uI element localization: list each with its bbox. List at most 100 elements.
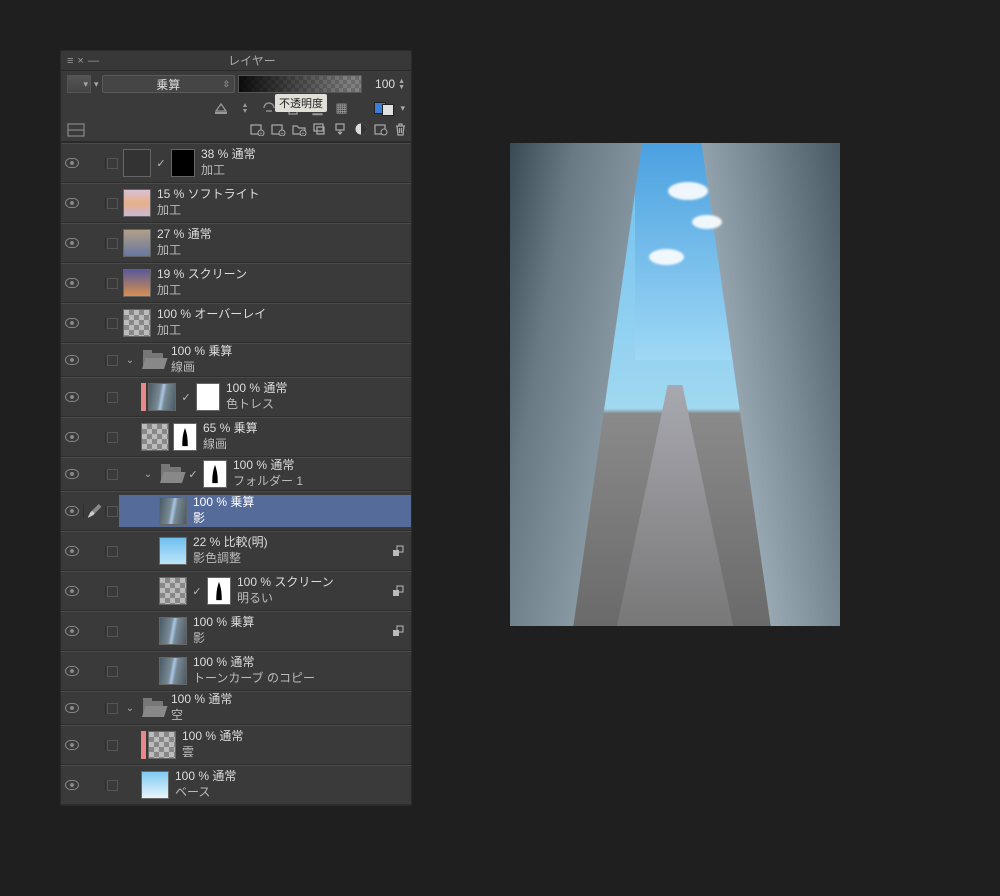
layer-thumb[interactable]	[159, 497, 187, 525]
lock-toggle[interactable]	[105, 158, 119, 169]
layer-row[interactable]: ✓38 % 通常加工	[61, 143, 411, 183]
visibility-toggle[interactable]	[61, 506, 83, 516]
layer-row-body[interactable]: ⌄100 % 乗算線画	[119, 344, 411, 375]
lock-toggle[interactable]	[105, 392, 119, 403]
layer-name[interactable]: 加工	[157, 243, 411, 259]
disclosure-toggle[interactable]: ⌄	[121, 355, 139, 366]
visibility-toggle[interactable]	[61, 392, 83, 402]
layer-row-body[interactable]: 27 % 通常加工	[119, 227, 411, 259]
layer-thumb[interactable]	[123, 309, 151, 337]
layer-row-body[interactable]: 22 % 比較(明)影色調整	[119, 535, 411, 567]
opacity-spinner[interactable]: ▲▼	[398, 79, 405, 90]
merge-icon[interactable]	[333, 122, 349, 139]
mask-thumb[interactable]	[173, 423, 197, 451]
mask-thumb[interactable]	[207, 577, 231, 605]
visibility-toggle[interactable]	[61, 238, 83, 248]
layer-thumb[interactable]	[148, 731, 176, 759]
disclosure-toggle[interactable]: ⌄	[139, 469, 157, 480]
layer-name[interactable]: 雲	[182, 745, 411, 761]
lock-toggle[interactable]	[105, 740, 119, 751]
layer-row[interactable]: 27 % 通常加工	[61, 223, 411, 263]
lock-toggle[interactable]	[105, 198, 119, 209]
panel-menu-icon[interactable]: ≡	[67, 55, 73, 67]
color-swap[interactable]	[374, 100, 394, 116]
lock-toggle[interactable]	[105, 432, 119, 443]
visibility-toggle[interactable]	[61, 740, 83, 750]
disclosure-toggle[interactable]: ⌄	[121, 703, 139, 714]
opacity-slider[interactable]	[238, 75, 362, 93]
lock-toggle[interactable]	[105, 238, 119, 249]
layer-row[interactable]: ✓100 % スクリーン明るい	[61, 571, 411, 611]
lock-toggle[interactable]	[105, 626, 119, 637]
new-layer-icon[interactable]: +	[249, 122, 265, 139]
layer-row-body[interactable]: 19 % スクリーン加工	[119, 267, 411, 299]
layer-row-body[interactable]: 15 % ソフトライト加工	[119, 187, 411, 219]
layer-folder-row[interactable]: ⌄100 % 通常空	[61, 691, 411, 725]
mask-thumb[interactable]	[203, 460, 227, 488]
layer-name[interactable]: 色トレス	[226, 397, 411, 413]
clip-icon[interactable]	[212, 99, 230, 117]
layer-name[interactable]: 影	[193, 631, 391, 647]
layer-row[interactable]: 100 % 通常ベース	[61, 765, 411, 805]
trash-icon[interactable]	[394, 122, 407, 139]
transfer-down-icon[interactable]	[312, 122, 328, 139]
visibility-toggle[interactable]	[61, 666, 83, 676]
new-layer-plus-icon[interactable]: +	[270, 122, 286, 139]
layer-row[interactable]: 19 % スクリーン加工	[61, 263, 411, 303]
lock-toggle[interactable]	[105, 546, 119, 557]
layer-row-body[interactable]: 100 % 通常ベース	[119, 769, 411, 801]
mask-link-check[interactable]: ✓	[155, 157, 167, 169]
layer-name[interactable]: ベース	[175, 785, 411, 801]
lock-toggle[interactable]	[105, 586, 119, 597]
layer-row[interactable]: 15 % ソフトライト加工	[61, 183, 411, 223]
layer-thumb[interactable]	[159, 537, 187, 565]
layer-thumb[interactable]	[141, 771, 169, 799]
layer-row-body[interactable]: 65 % 乗算線画	[119, 421, 411, 453]
layer-row[interactable]: 100 % 通常トーンカーブ のコピー	[61, 651, 411, 691]
mask-thumb[interactable]	[196, 383, 220, 411]
layer-row-body[interactable]: 100 % 通常雲	[119, 729, 411, 761]
layer-folder-row[interactable]: ⌄✓100 % 通常フォルダー 1	[61, 457, 411, 491]
layer-name[interactable]: 影色調整	[193, 551, 391, 567]
layer-name[interactable]: 加工	[157, 203, 411, 219]
layer-thumb[interactable]	[159, 657, 187, 685]
visibility-toggle[interactable]	[61, 158, 83, 168]
lock-toggle[interactable]	[105, 703, 119, 714]
new-folder-icon[interactable]: +	[291, 122, 307, 139]
layer-row[interactable]: 100 % オーバーレイ加工	[61, 303, 411, 343]
layer-row-body[interactable]: ✓38 % 通常加工	[119, 147, 411, 179]
layer-row-body[interactable]: ⌄✓100 % 通常フォルダー 1	[119, 458, 411, 490]
bg-color[interactable]	[382, 104, 394, 116]
layer-row-body[interactable]: 100 % 乗算影	[119, 495, 411, 527]
layer-row[interactable]: 22 % 比較(明)影色調整	[61, 531, 411, 571]
layer-thumb[interactable]	[123, 149, 151, 177]
visibility-toggle[interactable]	[61, 432, 83, 442]
layer-row-body[interactable]: ✓100 % 通常色トレス	[119, 381, 411, 413]
mask-thumb[interactable]	[171, 149, 195, 177]
layer-row-body[interactable]: 100 % オーバーレイ加工	[119, 307, 411, 339]
layer-row-body[interactable]: ✓100 % スクリーン明るい	[119, 575, 411, 607]
layer-folder-row[interactable]: ⌄100 % 乗算線画	[61, 343, 411, 377]
palette-select[interactable]: ▾	[67, 75, 91, 93]
visibility-toggle[interactable]	[61, 355, 83, 365]
layer-row-body[interactable]: 100 % 通常トーンカーブ のコピー	[119, 655, 411, 687]
layer-color-tag[interactable]	[141, 731, 146, 759]
layer-row[interactable]: ✓100 % 通常色トレス	[61, 377, 411, 417]
visibility-toggle[interactable]	[61, 278, 83, 288]
lock-toggle[interactable]	[105, 469, 119, 480]
layer-name[interactable]: 線画	[203, 437, 411, 453]
layer-thumb[interactable]	[141, 423, 169, 451]
layer-row-body[interactable]: 100 % 乗算影	[119, 615, 411, 647]
layer-row[interactable]: 100 % 通常雲	[61, 725, 411, 765]
layer-thumb[interactable]	[159, 617, 187, 645]
lock-toggle[interactable]	[105, 355, 119, 366]
layer-name[interactable]: 加工	[157, 283, 411, 299]
layer-color-tag[interactable]	[141, 383, 146, 411]
lock-toggle[interactable]	[105, 780, 119, 791]
apply-mask-icon[interactable]	[373, 122, 389, 139]
minimize-icon[interactable]: —	[88, 55, 99, 67]
layer-thumb[interactable]	[123, 269, 151, 297]
lock-toggle[interactable]	[105, 666, 119, 677]
visibility-toggle[interactable]	[61, 469, 83, 479]
layer-name[interactable]: フォルダー 1	[233, 474, 411, 490]
